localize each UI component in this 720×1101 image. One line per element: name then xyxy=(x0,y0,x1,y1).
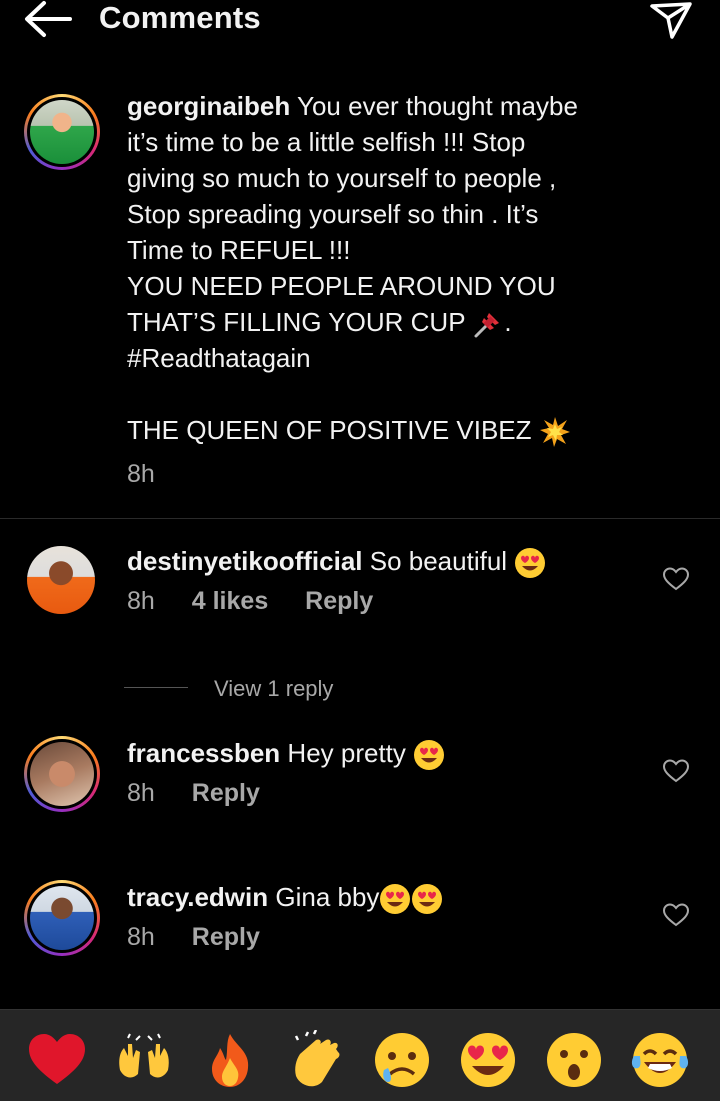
view-replies-toggle[interactable]: View 1 reply xyxy=(124,676,424,701)
heart-eyes-icon xyxy=(414,740,445,771)
reply-button[interactable]: Reply xyxy=(305,587,373,615)
back-arrow-icon[interactable] xyxy=(22,0,74,38)
heart-eyes-icon xyxy=(515,548,546,579)
caption-line: THE QUEEN OF POSITIVE VIBEZ xyxy=(127,415,532,446)
caption-username[interactable]: georginaibeh xyxy=(127,91,290,121)
page-title: Comments xyxy=(99,0,261,35)
comment-meta: 8h Reply xyxy=(127,923,290,952)
avatar[interactable] xyxy=(24,94,100,170)
comment-text: destinyetikoofficial So beautiful xyxy=(127,543,546,579)
comment-meta: 8h 4 likes Reply xyxy=(127,587,403,616)
caption-text: georginaibeh You ever thought maybe it’s… xyxy=(127,88,647,492)
comment-time: 8h xyxy=(127,923,155,951)
comment-username[interactable]: francessben xyxy=(127,738,280,768)
comment-time: 8h xyxy=(127,587,155,615)
collision-icon xyxy=(539,417,570,448)
comment-text: tracy.edwin Gina bby xyxy=(127,879,443,915)
heart-eyes-icon xyxy=(412,884,443,915)
comment-text: francessben Hey pretty xyxy=(127,735,445,771)
comment-body: So beautiful xyxy=(369,546,508,576)
share-icon[interactable] xyxy=(646,0,694,40)
tears-of-joy-face-icon[interactable] xyxy=(630,1030,690,1090)
caption-line: THAT’S FILLING YOUR CUP xyxy=(127,307,466,337)
like-heart-icon[interactable] xyxy=(663,903,689,927)
comment-body: Hey pretty xyxy=(287,738,406,768)
caption-time: 8h xyxy=(127,460,155,489)
avatar[interactable] xyxy=(24,736,100,812)
replies-line xyxy=(124,687,188,688)
heart-eyes-icon xyxy=(380,884,411,915)
view-replies-label: View 1 reply xyxy=(214,676,334,701)
avatar[interactable] xyxy=(27,546,95,614)
reply-button[interactable]: Reply xyxy=(192,779,260,807)
likes-count[interactable]: 4 likes xyxy=(192,587,268,615)
sad-face-icon[interactable] xyxy=(372,1030,432,1090)
caption-line: Time to REFUEL !!! xyxy=(127,235,351,265)
comment-username[interactable]: destinyetikoofficial xyxy=(127,546,363,576)
caption-period: . xyxy=(504,307,512,337)
caption-line: Stop spreading yourself so thin . It’s xyxy=(127,199,539,229)
divider xyxy=(0,518,720,519)
like-heart-icon[interactable] xyxy=(663,567,689,591)
emoji-reaction-bar xyxy=(0,1009,720,1101)
pushpin-icon xyxy=(474,313,500,338)
caption-hashtag[interactable]: #Readthatagain xyxy=(127,340,647,376)
heart-eyes-face-icon[interactable] xyxy=(458,1030,518,1090)
comment-username[interactable]: tracy.edwin xyxy=(127,882,268,912)
reply-button[interactable]: Reply xyxy=(192,923,260,951)
caption-line: it’s time to be a little selfish !!! Sto… xyxy=(127,127,526,157)
surprised-face-icon[interactable] xyxy=(544,1030,604,1090)
raising-hands-icon[interactable] xyxy=(114,1030,174,1090)
comment-body: Gina bby xyxy=(275,882,380,912)
red-heart-icon[interactable] xyxy=(27,1030,87,1090)
caption-line: You ever thought maybe xyxy=(297,91,578,121)
caption-line: giving so much to yourself to people , xyxy=(127,163,557,193)
avatar[interactable] xyxy=(24,880,100,956)
caption-line: YOU NEED PEOPLE AROUND YOU xyxy=(127,271,556,301)
like-heart-icon[interactable] xyxy=(663,759,689,783)
comment-time: 8h xyxy=(127,779,155,807)
top-bar: Comments xyxy=(0,0,720,40)
clapping-hands-icon[interactable] xyxy=(286,1030,346,1090)
comment-meta: 8h Reply xyxy=(127,779,290,808)
fire-icon[interactable] xyxy=(200,1030,260,1090)
